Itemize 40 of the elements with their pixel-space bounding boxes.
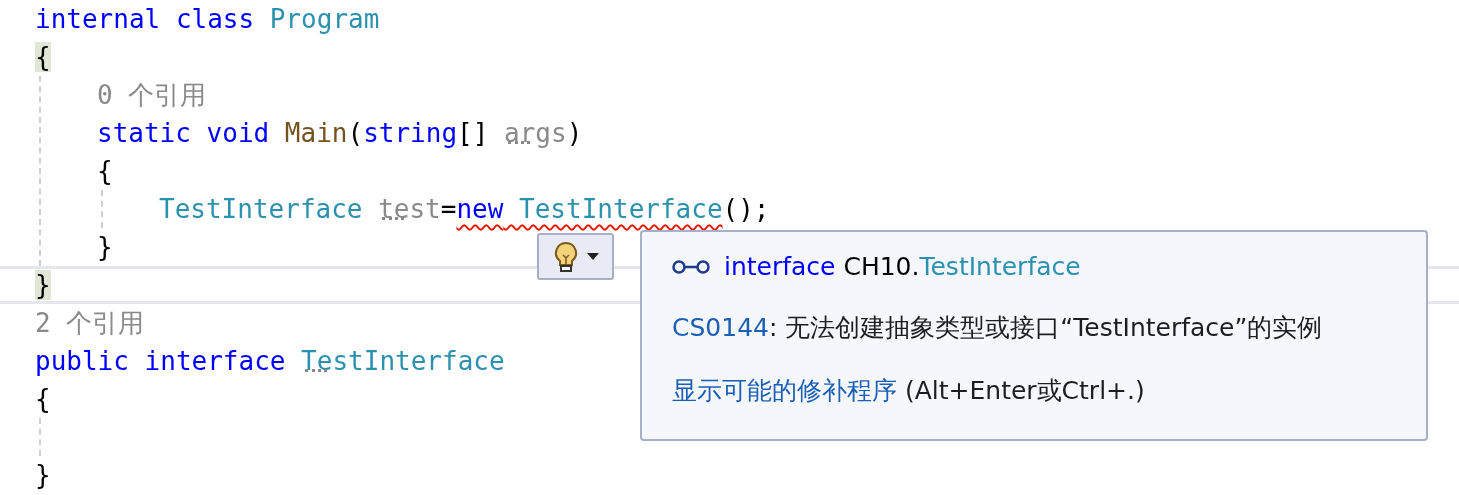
code-text: ) — [566, 118, 583, 148]
code-text: } — [35, 270, 51, 300]
caret-icon — [586, 252, 599, 261]
code-text: } — [97, 232, 113, 262]
lightbulb-icon — [552, 240, 579, 273]
code-text: [] — [457, 118, 490, 148]
show-fixes-link[interactable]: 显示可能的修补程序 — [672, 376, 897, 405]
code-text: { — [35, 42, 51, 72]
hint-dots-icon — [305, 369, 328, 372]
keyword: void — [205, 118, 270, 148]
interface-icon — [672, 259, 710, 274]
keyword: static — [97, 118, 191, 148]
unused-identifier: args — [504, 118, 567, 148]
fix-hint: 显示可能的修补程序 (Alt+Enter或Ctrl+.) — [672, 375, 1146, 407]
unused-identifier: test — [377, 194, 441, 224]
reference-count[interactable]: 2 个引用 — [35, 308, 145, 338]
hint-dots-icon — [382, 217, 405, 220]
keyword: class — [174, 4, 255, 34]
type-name: TestInterface — [159, 194, 363, 224]
keyword: string — [363, 118, 458, 148]
keyword: internal — [35, 4, 161, 34]
keyword: public — [35, 346, 129, 376]
method-name: Main — [283, 118, 348, 148]
code-text: { — [97, 156, 113, 186]
type-name: TestInterface — [518, 194, 723, 224]
symbol-signature: interface CH10.TestInterface — [724, 252, 1081, 281]
type-name: TestInterface — [300, 346, 505, 376]
code-text: } — [35, 460, 51, 490]
light-bulb-button[interactable] — [537, 233, 614, 280]
keyword: interface — [143, 346, 286, 376]
reference-count[interactable]: 0 个引用 — [97, 80, 207, 110]
code-text: = — [440, 194, 457, 224]
error-code-link[interactable]: CS0144 — [672, 313, 769, 342]
error-message: CS0144: 无法创建抽象类型或接口“TestInterface”的实例 — [672, 312, 1324, 344]
code-text: { — [35, 384, 51, 414]
keyword: new — [456, 194, 504, 224]
hint-dots-icon — [508, 141, 531, 144]
type-name: Program — [268, 4, 380, 34]
code-text: ( — [347, 118, 364, 148]
code-text: (); — [722, 194, 770, 224]
